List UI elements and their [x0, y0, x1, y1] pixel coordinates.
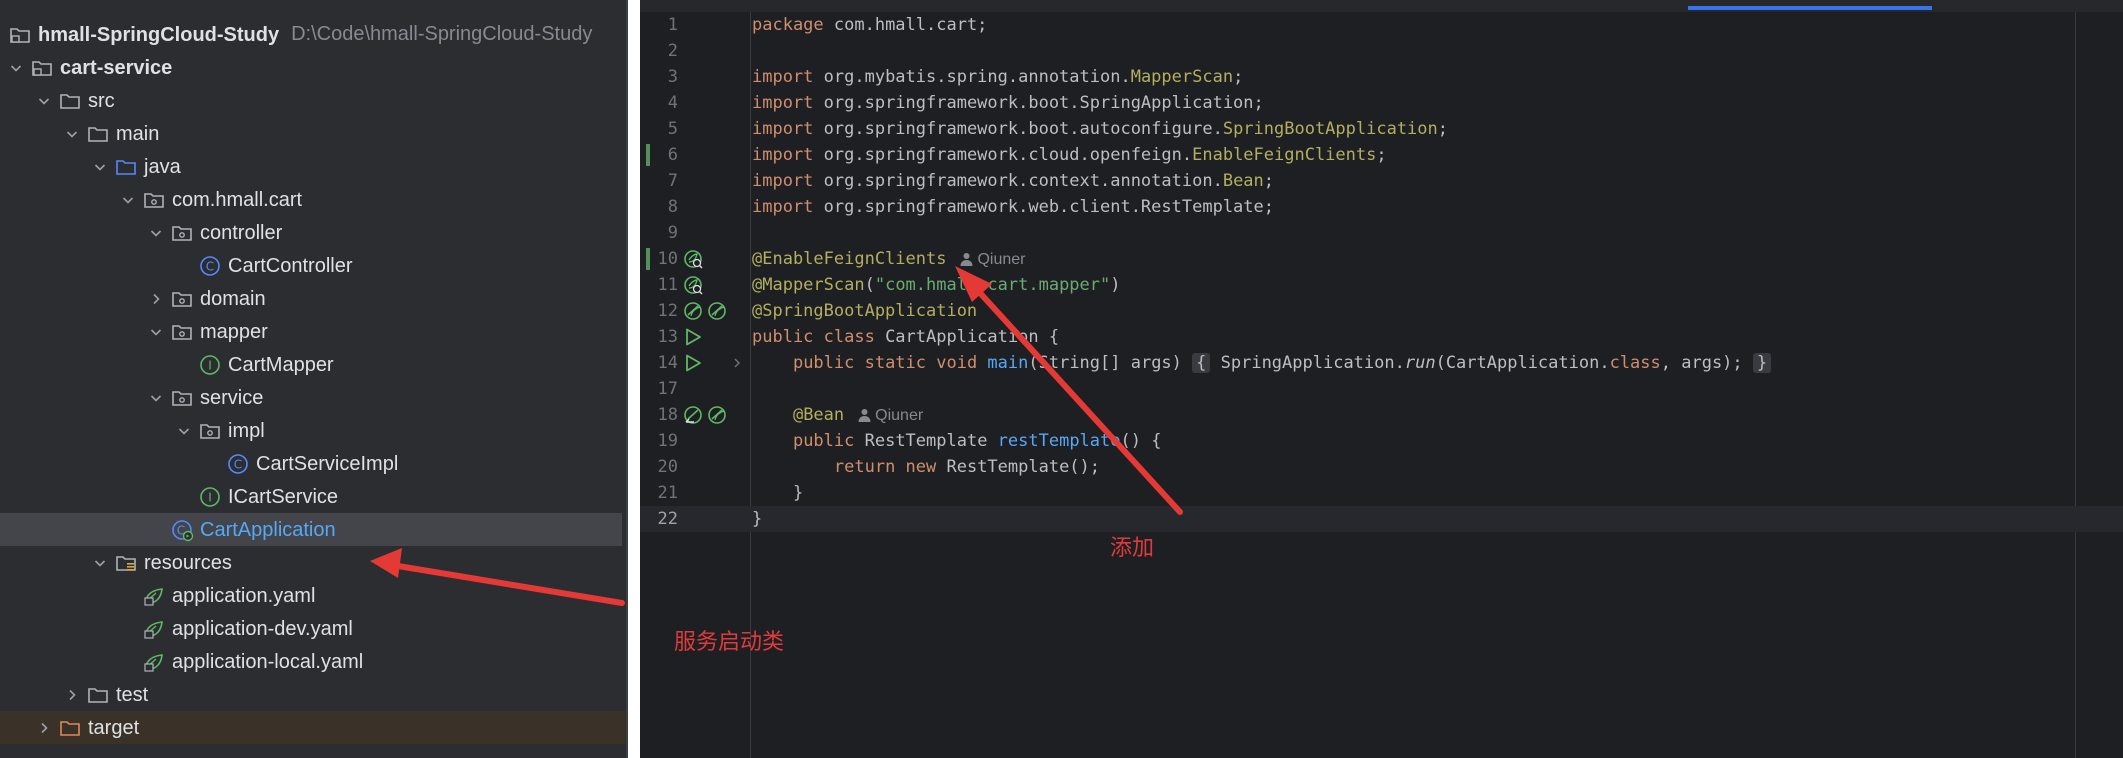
arrow-to-enable-feign-clients — [955, 266, 1183, 515]
arrow-to-cart-application — [370, 548, 625, 606]
annotation-arrows — [370, 266, 1183, 606]
